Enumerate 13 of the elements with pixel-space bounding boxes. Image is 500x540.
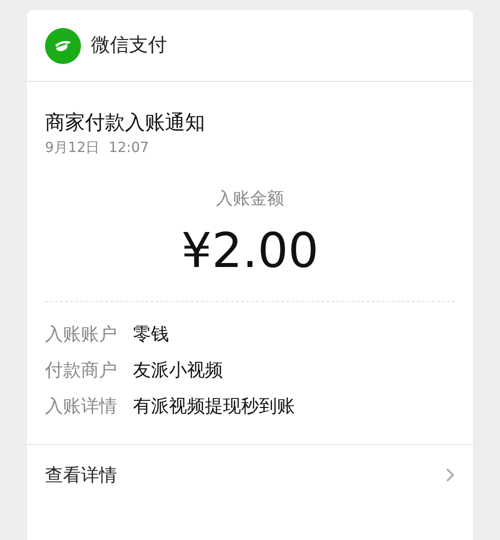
notice-title: 商家付款入账通知 <box>45 109 206 136</box>
detail-label: 入账详情 <box>45 394 117 418</box>
notice-time: 9月12日 12:07 <box>45 139 150 158</box>
amount-label: 入账金额 <box>215 188 285 211</box>
view-details-link[interactable]: 查看详情 <box>45 462 117 488</box>
amount-value: ¥2.00 <box>180 222 320 280</box>
chevron-icon <box>445 467 455 483</box>
app-title: 微信支付 <box>91 33 167 58</box>
detail-value: 零钱 <box>133 322 169 346</box>
detail-label: 入账账户 <box>45 322 117 346</box>
detail-label: 付款商户 <box>45 358 117 382</box>
detail-value: 有派视频提现秒到账 <box>133 394 295 418</box>
detail-value: 友派小视频 <box>133 358 223 382</box>
